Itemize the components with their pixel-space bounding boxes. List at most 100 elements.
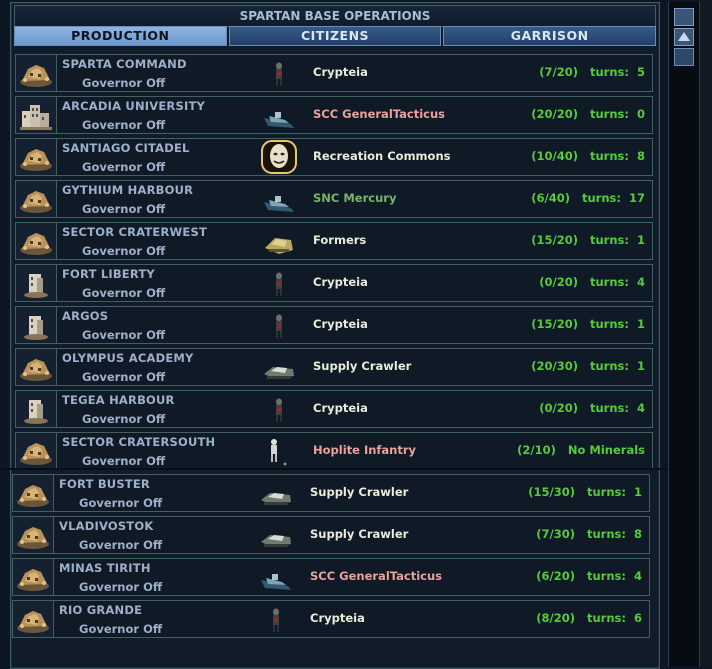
production-item[interactable]: Supply Crawler	[310, 527, 408, 541]
probe-unit-icon	[261, 310, 297, 342]
minerals-progress: (2/10)	[517, 443, 556, 457]
scroll-up-arrow-icon[interactable]	[674, 28, 694, 46]
base-dome-icon[interactable]	[13, 559, 54, 595]
governor-status[interactable]: Governor Off	[82, 76, 165, 90]
scrollbar-top-button[interactable]	[674, 8, 694, 26]
base-row[interactable]: ARCADIA UNIVERSITY Governor Off SCC Genera…	[15, 96, 653, 134]
probe-unit-icon	[261, 58, 297, 90]
base-tower-icon[interactable]	[16, 265, 57, 301]
base-name: FORT BUSTER	[59, 477, 150, 491]
turns-remaining: turns: 8	[587, 527, 642, 541]
base-row[interactable]: SANTIAGO CITADEL Governor Off Recreation C…	[15, 138, 653, 176]
base-name: VLADIVOSTOK	[59, 519, 154, 533]
tab-bar: PRODUCTION CITIZENS GARRISON	[14, 26, 657, 46]
base-row[interactable]: FORT LIBERTY Governor Off Crypteia (0/20) t…	[15, 264, 653, 302]
sea-unit-icon	[261, 184, 297, 216]
base-dome-icon[interactable]	[16, 139, 57, 175]
governor-status[interactable]: Governor Off	[82, 370, 165, 384]
governor-status[interactable]: Governor Off	[79, 496, 162, 510]
base-row[interactable]: FORT BUSTER Governor Off Supply Crawler (15…	[12, 474, 650, 512]
base-dome-icon[interactable]	[16, 433, 57, 469]
production-status: (2/10) No Minerals	[517, 443, 645, 457]
base-dome-icon[interactable]	[13, 517, 54, 553]
turns-remaining: turns: 1	[587, 485, 642, 499]
base-dome-icon[interactable]	[13, 475, 54, 511]
base-tower-icon[interactable]	[16, 391, 57, 427]
minerals-progress: (0/20)	[539, 275, 578, 289]
tab-garrison[interactable]: GARRISON	[443, 26, 657, 46]
base-dome-icon[interactable]	[13, 601, 54, 637]
production-item[interactable]: SNC Mercury	[313, 191, 396, 205]
base-dome-icon[interactable]	[16, 55, 57, 91]
base-tower-icon[interactable]	[16, 307, 57, 343]
governor-status[interactable]: Governor Off	[82, 118, 165, 132]
production-item[interactable]: Crypteia	[313, 275, 368, 289]
base-row[interactable]: RIO GRANDE Governor Off Crypteia (8/20) tur…	[12, 600, 650, 638]
minerals-progress: (7/20)	[539, 65, 578, 79]
scrollbar-thumb[interactable]	[674, 48, 694, 66]
base-row[interactable]: OLYMPUS ACADEMY Governor Off Supply Crawle…	[15, 348, 653, 386]
turns-remaining: No Minerals	[567, 443, 645, 457]
probe-unit-icon	[261, 268, 297, 300]
base-name: OLYMPUS ACADEMY	[62, 351, 194, 365]
governor-status[interactable]: Governor Off	[79, 580, 162, 594]
crawler-unit-icon	[261, 352, 297, 384]
base-row[interactable]: TEGEA HARBOUR Governor Off Crypteia (0/20) …	[15, 390, 653, 428]
turns-remaining: turns: 0	[590, 107, 645, 121]
production-status: (6/20) turns: 4	[536, 569, 642, 583]
turns-remaining: turns: 4	[590, 275, 645, 289]
governor-status[interactable]: Governor Off	[82, 454, 165, 468]
production-item[interactable]: Supply Crawler	[313, 359, 411, 373]
former-unit-icon	[261, 226, 297, 258]
base-row[interactable]: SECTOR CRATERSOUTH Governor Off Hoplite In…	[15, 432, 653, 470]
production-item[interactable]: Crypteia	[313, 65, 368, 79]
governor-status[interactable]: Governor Off	[82, 328, 165, 342]
base-city-icon[interactable]	[16, 97, 57, 133]
turns-remaining: turns: 8	[590, 149, 645, 163]
production-item[interactable]: Hoplite Infantry	[313, 443, 416, 457]
base-name: SANTIAGO CITADEL	[62, 141, 190, 155]
minerals-progress: (0/20)	[539, 401, 578, 415]
base-row[interactable]: SECTOR CRATERWEST Governor Off Formers (15/…	[15, 222, 653, 260]
governor-status[interactable]: Governor Off	[79, 622, 162, 636]
base-row[interactable]: GYTHIUM HARBOUR Governor Off SNC Mercury (6…	[15, 180, 653, 218]
window-title: SPARTAN BASE OPERATIONS	[14, 5, 656, 27]
production-status: (8/20) turns: 6	[536, 611, 642, 625]
production-item[interactable]: SCC GeneralTacticus	[313, 107, 445, 121]
production-status: (20/20) turns: 0	[531, 107, 645, 121]
base-dome-icon[interactable]	[16, 349, 57, 385]
production-item[interactable]: SCC GeneralTacticus	[310, 569, 442, 583]
minerals-progress: (20/20)	[531, 107, 578, 121]
production-item[interactable]: Recreation Commons	[313, 149, 450, 163]
base-row[interactable]: ARGOS Governor Off Crypteia (15/20) turns: …	[15, 306, 653, 344]
production-item[interactable]: Crypteia	[313, 317, 368, 331]
probe-unit-icon	[261, 394, 297, 426]
tab-citizens[interactable]: CITIZENS	[228, 26, 442, 46]
scrollbar[interactable]	[668, 2, 700, 667]
turns-remaining: turns: 1	[590, 317, 645, 331]
production-item[interactable]: Supply Crawler	[310, 485, 408, 499]
infantry-unit-icon	[261, 436, 297, 468]
base-row[interactable]: SPARTA COMMAND Governor Off Crypteia (7/20)…	[15, 54, 653, 92]
minerals-progress: (6/20)	[536, 569, 575, 583]
governor-status[interactable]: Governor Off	[82, 412, 165, 426]
governor-status[interactable]: Governor Off	[79, 538, 162, 552]
minerals-progress: (8/20)	[536, 611, 575, 625]
production-item[interactable]: Crypteia	[310, 611, 365, 625]
governor-status[interactable]: Governor Off	[82, 202, 165, 216]
base-dome-icon[interactable]	[16, 223, 57, 259]
base-dome-icon[interactable]	[16, 181, 57, 217]
governor-status[interactable]: Governor Off	[82, 160, 165, 174]
governor-status[interactable]: Governor Off	[82, 286, 165, 300]
base-name: GYTHIUM HARBOUR	[62, 183, 194, 197]
production-item[interactable]: Crypteia	[313, 401, 368, 415]
base-row[interactable]: MINAS TIRITH Governor Off SCC GeneralTacti…	[12, 558, 650, 596]
production-item[interactable]: Formers	[313, 233, 366, 247]
governor-status[interactable]: Governor Off	[82, 244, 165, 258]
crawler-unit-icon	[258, 520, 294, 552]
base-row[interactable]: VLADIVOSTOK Governor Off Supply Crawler (7/…	[12, 516, 650, 554]
tab-production[interactable]: PRODUCTION	[14, 26, 227, 46]
probe-unit-icon	[258, 604, 294, 636]
production-status: (20/30) turns: 1	[531, 359, 645, 373]
base-name: FORT LIBERTY	[62, 267, 155, 281]
